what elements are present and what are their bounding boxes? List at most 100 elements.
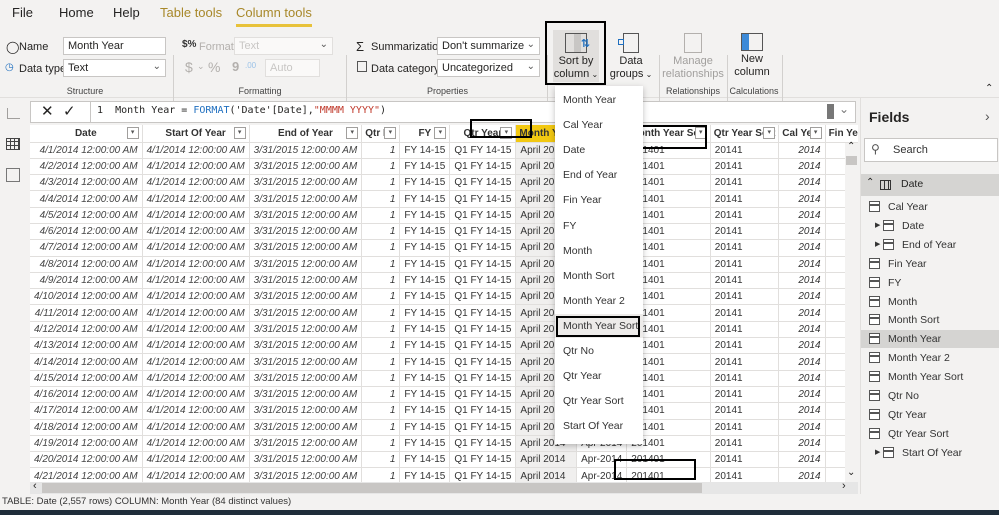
table-cell[interactable]: 2014	[778, 142, 826, 159]
table-cell[interactable]: 4/4/2014 12:00:00 AM	[30, 190, 143, 208]
table-cell[interactable]: 1	[361, 419, 401, 436]
table-cell[interactable]: 4/9/2014 12:00:00 AM	[30, 272, 143, 290]
table-cell[interactable]: 3/31/2015 12:00:00 AM	[249, 272, 363, 290]
table-cell[interactable]: 4/1/2014 12:00:00 AM	[142, 158, 250, 176]
sort-menu-item[interactable]: Qtr Year	[555, 364, 643, 388]
currency-button[interactable]: $	[185, 59, 193, 75]
column-filter-dropdown-icon[interactable]: ▾	[126, 127, 139, 139]
table-cell[interactable]: 3/31/2015 12:00:00 AM	[249, 451, 363, 469]
table-cell[interactable]: 4/1/2014 12:00:00 AM	[142, 337, 250, 355]
table-cell[interactable]: 20141	[710, 435, 780, 453]
column-header[interactable]: FY ▾	[399, 125, 451, 143]
column-header[interactable]: Qtr Year Sort ▾	[710, 125, 780, 143]
table-cell[interactable]: 1	[361, 353, 401, 371]
field-item[interactable]: ▶ Start Of Year	[861, 444, 999, 462]
field-item[interactable]: Qtr Year Sort	[861, 425, 999, 443]
table-cell[interactable]: FY 14-15	[399, 304, 451, 322]
table-cell[interactable]: 20141	[710, 207, 780, 224]
table-cell[interactable]: FY 14-15	[399, 451, 451, 469]
table-cell[interactable]: Q1 FY 14-15	[449, 256, 517, 273]
table-cell[interactable]: 2014	[778, 207, 826, 224]
name-input[interactable]: Month Year	[63, 37, 166, 55]
comma-button[interactable]: 9	[232, 59, 239, 74]
table-cell[interactable]: 3/31/2015 12:00:00 AM	[249, 402, 363, 420]
table-cell[interactable]: 1	[361, 158, 401, 176]
table-cell[interactable]: 4/1/2014 12:00:00 AM	[142, 402, 250, 420]
tab-help[interactable]: Help	[113, 5, 140, 20]
table-cell[interactable]: 4/21/2014 12:00:00 AM	[30, 467, 143, 482]
table-cell[interactable]: Q1 FY 14-15	[449, 337, 517, 355]
table-cell[interactable]: 3/31/2015 12:00:00 AM	[249, 190, 363, 208]
field-item[interactable]: Cal Year	[861, 198, 999, 216]
table-cell[interactable]: Q1 FY 14-15	[449, 239, 517, 257]
column-filter-dropdown-icon[interactable]: ▾	[809, 127, 822, 139]
table-cell[interactable]: 2014	[778, 174, 826, 192]
table-cell[interactable]: Q1 FY 14-15	[449, 304, 517, 322]
table-cell[interactable]: 1	[361, 321, 401, 339]
table-cell[interactable]: 3/31/2015 12:00:00 AM	[249, 304, 363, 322]
scroll-left-icon[interactable]: ‹	[33, 480, 37, 492]
tab-home[interactable]: Home	[59, 5, 94, 20]
table-cell[interactable]: 1	[361, 370, 401, 387]
tab-table-tools[interactable]: Table tools	[160, 5, 222, 20]
table-cell[interactable]: 4/1/2014 12:00:00 AM	[142, 451, 250, 469]
table-cell[interactable]: Q1 FY 14-15	[449, 419, 517, 436]
field-item[interactable]: Fin Year	[861, 255, 999, 273]
table-cell[interactable]: 1	[361, 256, 401, 273]
table-cell[interactable]: Q1 FY 14-15	[449, 272, 517, 290]
scroll-down-icon[interactable]: ⌄	[847, 467, 855, 478]
percent-button[interactable]: %	[208, 59, 220, 75]
table-cell[interactable]: 2014	[778, 223, 826, 241]
table-cell[interactable]: 2014	[778, 288, 826, 306]
decimal-places-stepper[interactable]: Auto	[265, 59, 320, 77]
table-cell[interactable]: 4/1/2014 12:00:00 AM	[142, 321, 250, 339]
expand-field-icon[interactable]: ▶	[875, 217, 880, 235]
table-cell[interactable]: 20141	[710, 419, 780, 436]
table-cell[interactable]: 3/31/2015 12:00:00 AM	[249, 386, 363, 404]
table-cell[interactable]: FY 14-15	[399, 142, 451, 159]
table-cell[interactable]: 20141	[710, 142, 780, 159]
decimal-button[interactable]: .00	[245, 61, 256, 70]
column-header[interactable]: Fin Ye	[825, 125, 858, 143]
data-groups-button[interactable]: Data groups ⌄	[609, 30, 653, 82]
horizontal-scroll-thumb[interactable]	[42, 483, 702, 493]
table-cell[interactable]: 4/13/2014 12:00:00 AM	[30, 337, 143, 355]
table-cell[interactable]: 20141	[710, 353, 780, 371]
table-cell[interactable]: Q1 FY 14-15	[449, 158, 517, 176]
table-cell[interactable]: 4/1/2014 12:00:00 AM	[142, 207, 250, 224]
field-item[interactable]: Month	[861, 293, 999, 311]
table-cell[interactable]: 4/7/2014 12:00:00 AM	[30, 239, 143, 257]
table-cell[interactable]: 4/16/2014 12:00:00 AM	[30, 386, 143, 404]
table-cell[interactable]: Q1 FY 14-15	[449, 353, 517, 371]
table-cell[interactable]: FY 14-15	[399, 288, 451, 306]
table-cell[interactable]: 2014	[778, 158, 826, 176]
cancel-formula-icon[interactable]: ✕	[41, 102, 54, 120]
fields-search-input[interactable]: ⚲ Search	[864, 138, 998, 162]
field-item[interactable]: Month Year Sort	[861, 368, 999, 386]
table-cell[interactable]: Q1 FY 14-15	[449, 207, 517, 224]
table-cell[interactable]: 2014	[778, 190, 826, 208]
table-cell[interactable]: 4/19/2014 12:00:00 AM	[30, 435, 143, 453]
table-cell[interactable]: 3/31/2015 12:00:00 AM	[249, 239, 363, 257]
table-cell[interactable]: Q1 FY 14-15	[449, 435, 517, 453]
table-cell[interactable]: 4/18/2014 12:00:00 AM	[30, 419, 143, 436]
table-cell[interactable]: 4/1/2014 12:00:00 AM	[142, 304, 250, 322]
table-cell[interactable]: FY 14-15	[399, 158, 451, 176]
table-cell[interactable]: 20141	[710, 239, 780, 257]
commit-formula-icon[interactable]: ✓	[63, 102, 76, 120]
table-cell[interactable]: 1	[361, 223, 401, 241]
table-cell[interactable]: 4/1/2014 12:00:00 AM	[30, 142, 143, 159]
table-cell[interactable]: 3/31/2015 12:00:00 AM	[249, 337, 363, 355]
table-cell[interactable]: 1	[361, 386, 401, 404]
table-cell[interactable]: 20141	[710, 321, 780, 339]
scroll-right-icon[interactable]: ›	[842, 480, 846, 492]
table-cell[interactable]: FY 14-15	[399, 419, 451, 436]
table-cell[interactable]: 2014	[778, 386, 826, 404]
table-cell[interactable]: 3/31/2015 12:00:00 AM	[249, 467, 363, 482]
model-view-icon[interactable]	[6, 168, 20, 182]
sort-menu-item[interactable]: End of Year	[555, 163, 643, 187]
table-cell[interactable]: 2014	[778, 370, 826, 387]
table-cell[interactable]: 4/1/2014 12:00:00 AM	[142, 435, 250, 453]
table-cell[interactable]: 1	[361, 402, 401, 420]
table-cell[interactable]: FY 14-15	[399, 386, 451, 404]
